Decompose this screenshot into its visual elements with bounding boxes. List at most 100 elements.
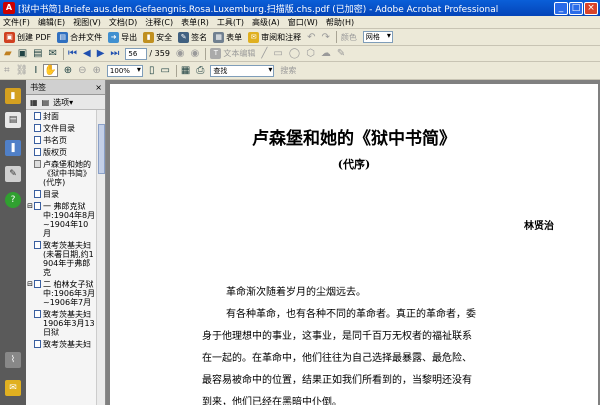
document-subtitle: (代序) xyxy=(337,158,371,171)
snapshot-icon[interactable]: ⎙ xyxy=(196,65,204,76)
email-icon[interactable]: ✉ xyxy=(49,48,57,59)
bookmark-page-icon xyxy=(34,148,41,156)
bookmark-item[interactable]: 致考茨基夫妇 xyxy=(26,340,96,349)
lock-icon: ▮ xyxy=(143,31,155,43)
select-text-icon[interactable]: I xyxy=(34,65,37,76)
crop-tool-icon[interactable]: ⌗ xyxy=(4,65,10,76)
rectangle-tool-icon[interactable]: ▭ xyxy=(273,48,282,59)
polygon-tool-icon[interactable]: ⬡ xyxy=(306,48,315,59)
back-view-icon[interactable]: ◉ xyxy=(176,48,185,59)
bookmarks-panel: 书签 × ▦ ▤ 选项 ▾ 封面 文件目录 书名页 版权页 卢森堡和她的《狱中书简》(代… xyxy=(26,80,106,405)
forms-button[interactable]: ▦ 表单 xyxy=(213,31,242,43)
pencil-tool-icon[interactable]: ✎ xyxy=(337,48,345,59)
oval-tool-icon[interactable]: ◯ xyxy=(289,48,300,59)
bookmark-item[interactable]: 版权页 xyxy=(26,148,96,157)
open-folder-icon[interactable]: ▰ xyxy=(4,48,12,59)
bookmark-page-icon xyxy=(34,310,41,318)
zoom-tool-icon[interactable]: ⊕ xyxy=(64,65,72,76)
line-tool-icon[interactable]: ╱ xyxy=(261,48,267,59)
bookmark-item[interactable]: 致考茨基夫妇 1906年3月13日狱 xyxy=(26,310,96,337)
expand-toggle-icon[interactable]: ⊟ xyxy=(26,202,34,211)
forward-view-icon[interactable]: ◉ xyxy=(191,48,200,59)
help-icon[interactable]: ? xyxy=(5,192,21,208)
bookmark-page-icon xyxy=(34,112,41,120)
bookmark-label: 卢森堡和她的《狱中书简》(代序) xyxy=(43,160,91,187)
hand-tool-icon[interactable]: ✋ xyxy=(43,64,58,77)
search-input[interactable]: 查找 xyxy=(210,64,275,77)
bookmarks-scrollbar[interactable] xyxy=(96,110,105,405)
tasks-toolbar: ▣ 创建 PDF ▤ 合并文件 ➜ 导出 ▮ 安全 ✎ 签名 ▦ 表单 ✉ 审阅和注释 ↶ ↷… xyxy=(0,29,600,46)
menu-tools[interactable]: 工具(T) xyxy=(217,17,244,28)
search-help-label: 搜索 xyxy=(280,66,297,75)
bookmark-item[interactable]: ⊟ 一 弗郎克狱中:1904年8月~1904年10月 xyxy=(26,202,96,238)
menu-document[interactable]: 文档(D) xyxy=(109,17,137,28)
bookmark-label: 目录 xyxy=(43,190,59,199)
bookmark-page-icon xyxy=(34,160,41,168)
export-icon: ➜ xyxy=(108,31,120,43)
chevron-down-icon[interactable]: ▾ xyxy=(69,98,73,107)
cloud-tool-icon[interactable]: ☁ xyxy=(321,48,331,59)
print-icon[interactable]: ▤ xyxy=(33,48,42,59)
expand-toggle-icon[interactable]: ⊟ xyxy=(26,280,34,289)
review-comment-button[interactable]: ✉ 审阅和注释 xyxy=(248,31,301,43)
bookmark-item[interactable]: 文件目录 xyxy=(26,124,96,133)
bookmark-item[interactable]: 目录 xyxy=(26,190,96,199)
document-paragraph: 在一起的。在革命中，他们往往为自己选择最暴露、最危险、 xyxy=(202,353,472,364)
bookmark-item[interactable]: ⊟ 二 柏林女子狱中:1906年3月~1906年7月 xyxy=(26,280,96,307)
lock-icon[interactable]: ▮ xyxy=(5,88,21,104)
read-mode-icon[interactable]: ▦ xyxy=(181,65,190,76)
maximize-button[interactable]: □ xyxy=(569,1,583,15)
attachments-icon[interactable]: ⌇ xyxy=(5,352,21,368)
link-tool-icon[interactable]: ⛓ xyxy=(16,65,29,76)
sign-button[interactable]: ✎ 签名 xyxy=(178,31,207,43)
bookmark-new-icon[interactable]: ▤ xyxy=(42,98,50,107)
page-number-input[interactable]: 56 xyxy=(125,47,148,60)
bookmark-item[interactable]: 书名页 xyxy=(26,136,96,145)
acrobat-app-icon[interactable]: A xyxy=(3,2,15,14)
menu-forms[interactable]: 表单(R) xyxy=(181,17,209,28)
redo-icon[interactable]: ↷ xyxy=(322,32,330,43)
color-select[interactable]: 网格 xyxy=(362,31,393,43)
fit-width-icon[interactable]: ▭ xyxy=(160,65,169,76)
zoom-out-icon[interactable]: ⊖ xyxy=(78,65,86,76)
menu-window[interactable]: 窗口(W) xyxy=(288,17,318,28)
last-page-icon[interactable]: ⏭ xyxy=(110,48,119,59)
bookmarks-icon[interactable]: ❚ xyxy=(5,140,21,156)
previous-page-icon[interactable]: ◀ xyxy=(83,48,91,59)
bookmark-delete-icon[interactable]: ▦ xyxy=(30,98,38,107)
close-button[interactable]: × xyxy=(584,1,598,15)
bookmark-options-button[interactable]: 选项 xyxy=(53,97,69,108)
document-view[interactable]: 卢森堡和她的《狱中书简》 (代序) 林贤治 革命渐次随着岁月的尘烟远去。 有各种革… xyxy=(106,80,600,405)
menu-help[interactable]: 帮助(H) xyxy=(326,17,354,28)
menu-edit[interactable]: 编辑(E) xyxy=(38,17,65,28)
bookmark-item[interactable]: 卢森堡和她的《狱中书简》(代序) xyxy=(26,160,96,187)
zoom-in-icon[interactable]: ⊕ xyxy=(93,65,101,76)
menu-comments[interactable]: 注释(C) xyxy=(145,17,173,28)
menu-file[interactable]: 文件(F) xyxy=(3,17,30,28)
menu-advanced[interactable]: 高级(A) xyxy=(252,17,280,28)
panel-close-icon[interactable]: × xyxy=(95,83,102,92)
pages-icon[interactable]: ▤ xyxy=(5,112,21,128)
bookmark-page-icon xyxy=(34,340,41,348)
fit-page-icon[interactable]: ▯ xyxy=(149,65,155,76)
bookmark-label: 一 弗郎克狱中:1904年8月~1904年10月 xyxy=(43,202,96,238)
minimize-button[interactable]: _ xyxy=(554,1,568,15)
next-page-icon[interactable]: ▶ xyxy=(97,48,105,59)
combine-files-button[interactable]: ▤ 合并文件 xyxy=(57,31,102,43)
export-button[interactable]: ➜ 导出 xyxy=(108,31,137,43)
signatures-icon[interactable]: ✎ xyxy=(5,166,21,182)
secure-button[interactable]: ▮ 安全 xyxy=(143,31,172,43)
text-edit-button[interactable]: T 文本编辑 xyxy=(210,48,255,59)
scrollbar-thumb[interactable] xyxy=(98,124,105,174)
bookmark-item[interactable]: 致考茨基夫妇(未署日期,约1904年于弗郎克 xyxy=(26,241,96,277)
bookmark-label: 致考茨基夫妇(未署日期,约1904年于弗郎克 xyxy=(43,241,94,277)
document-title: 卢森堡和她的《狱中书简》 xyxy=(252,129,456,149)
comments-icon[interactable]: ✉ xyxy=(5,380,21,396)
first-page-icon[interactable]: ⏮ xyxy=(68,48,77,59)
undo-icon[interactable]: ↶ xyxy=(307,32,315,43)
zoom-select[interactable]: 100% xyxy=(106,64,143,77)
bookmark-item[interactable]: 封面 xyxy=(26,112,96,121)
menu-view[interactable]: 视图(V) xyxy=(73,17,101,28)
create-pdf-button[interactable]: ▣ 创建 PDF xyxy=(4,31,51,43)
save-icon[interactable]: ▣ xyxy=(18,48,27,59)
